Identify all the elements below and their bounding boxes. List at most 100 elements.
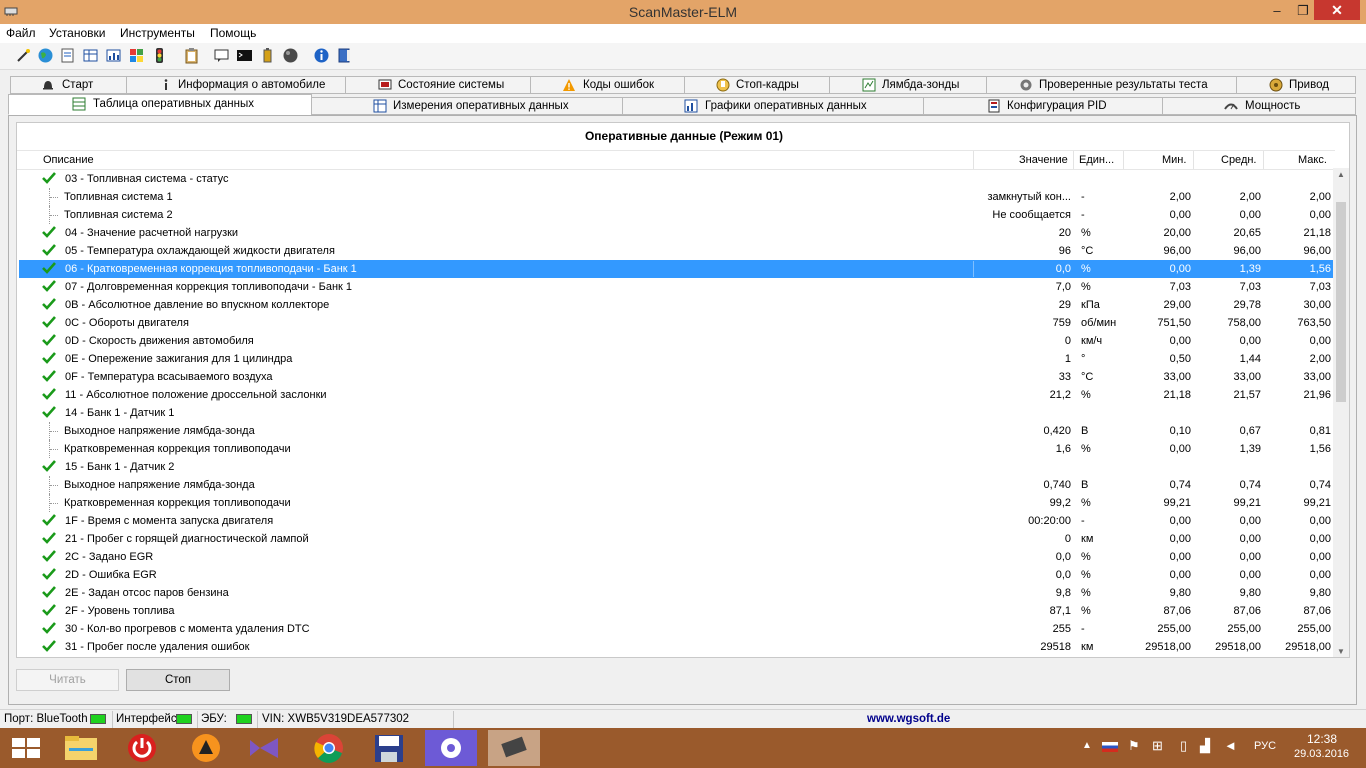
col-min[interactable]: Мин. — [1162, 154, 1186, 166]
flag-ru-icon[interactable] — [1102, 742, 1118, 752]
table-row[interactable]: Выходное напряжение лямбда-зонда 0,740 В 0,… — [19, 476, 1335, 494]
power-app-icon[interactable] — [116, 730, 168, 766]
table-row[interactable]: 0C - Обороты двигателя 759 об/мин 751,50 758… — [19, 314, 1335, 332]
table-row[interactable]: 0D - Скорость движения автомобиля 0 км/ч 0,… — [19, 332, 1335, 350]
file-explorer-icon[interactable] — [55, 730, 107, 766]
traffic-light-icon[interactable] — [151, 47, 168, 64]
chip-icon[interactable] — [488, 730, 540, 766]
battery-icon[interactable] — [259, 47, 276, 64]
book-icon[interactable] — [336, 47, 353, 64]
tab-live-data-measurements[interactable]: Измерения оперативных данных — [311, 97, 623, 115]
table-row[interactable]: 03 - Топливная система - статус — [19, 170, 1335, 188]
scroll-down-icon[interactable]: ▼ — [1337, 647, 1345, 656]
menu-file[interactable]: Файл — [6, 26, 36, 40]
clock-time[interactable]: 12:38 — [1307, 732, 1337, 746]
row-value: 0,0 — [1055, 569, 1071, 581]
table-row[interactable]: 31 - Пробег после удаления ошибок 29518 км… — [19, 638, 1335, 656]
battery-tray-icon[interactable]: ▯ — [1180, 738, 1187, 754]
table-row[interactable]: 21 - Пробег с горящей диагностической ла… — [19, 530, 1335, 548]
row-min: 29,00 — [1163, 299, 1191, 311]
menu-help[interactable]: Помощь — [210, 26, 256, 40]
tab-live-data-table[interactable]: Таблица оперативных данных — [8, 94, 312, 115]
clock-date[interactable]: 29.03.2016 — [1294, 748, 1349, 760]
col-unit[interactable]: Един... — [1079, 154, 1114, 166]
table-row[interactable]: 15 - Банк 1 - Датчик 2 — [19, 458, 1335, 476]
table-row[interactable]: Выходное напряжение лямбда-зонда 0,420 В 0,… — [19, 422, 1335, 440]
info-icon[interactable] — [313, 47, 330, 64]
row-description: 14 - Банк 1 - Датчик 1 — [65, 407, 175, 419]
tab-drive[interactable]: Привод — [1236, 76, 1356, 94]
col-max[interactable]: Макс. — [1298, 154, 1327, 166]
windows-start-icon[interactable] — [0, 730, 52, 766]
col-value[interactable]: Значение — [1019, 154, 1068, 166]
table-row[interactable]: 1F - Время с момента запуска двигателя 00… — [19, 512, 1335, 530]
chat-icon[interactable] — [213, 47, 230, 64]
tab-vehicle-info[interactable]: Информация о автомобиле — [126, 76, 346, 94]
chrome-icon[interactable] — [303, 730, 355, 766]
table-row[interactable]: 11 - Абсолютное положение дроссельной за… — [19, 386, 1335, 404]
read-button[interactable]: Читать — [16, 669, 119, 691]
tab-system-status[interactable]: Состояние системы — [345, 76, 531, 94]
tab-freeze-frames[interactable]: Стоп-кадры — [684, 76, 830, 94]
avast-icon[interactable] — [180, 730, 232, 766]
terminal-icon[interactable] — [236, 47, 253, 64]
table-icon[interactable] — [82, 47, 99, 64]
tab-start[interactable]: Старт — [10, 76, 127, 94]
menu-tools[interactable]: Инструменты — [120, 26, 195, 40]
table-row[interactable]: Топливная система 1 замкнутый кон... - 2,00… — [19, 188, 1335, 206]
tab-lambda-sensors[interactable]: Лямбда-зонды — [829, 76, 987, 94]
col-description[interactable]: Описание — [43, 154, 94, 166]
stop-button[interactable]: Стоп — [126, 669, 230, 691]
tab-error-codes[interactable]: Коды ошибок — [530, 76, 685, 94]
action-center-icon[interactable]: ⚑ — [1128, 738, 1140, 754]
close-button[interactable]: ✕ — [1314, 0, 1360, 20]
table-row[interactable]: 06 - Кратковременная коррекция топливопо… — [19, 260, 1335, 278]
settings-gear-icon[interactable] — [425, 730, 477, 766]
table-row[interactable]: 04 - Значение расчетной нагрузки 20% 20,00… — [19, 224, 1335, 242]
tab-live-data-graphs[interactable]: Графики оперативных данных — [622, 97, 924, 115]
chart-icon[interactable] — [105, 47, 122, 64]
language-indicator[interactable]: РУС — [1254, 740, 1276, 752]
col-avg[interactable]: Средн. — [1221, 154, 1257, 166]
tab-power[interactable]: Мощность — [1162, 97, 1356, 115]
table-row[interactable]: 0E - Опережение зажигания для 1 цилиндра… — [19, 350, 1335, 368]
website-link[interactable]: www.wgsoft.de — [867, 713, 950, 725]
status-ecu: ЭБУ: — [201, 713, 227, 725]
wizard-icon[interactable] — [15, 47, 32, 64]
tab-test-results[interactable]: Проверенные результаты теста — [986, 76, 1237, 94]
table-row[interactable]: Кратковременная коррекция топливоподачи 9… — [19, 494, 1335, 512]
table-row[interactable]: 2D - Ошибка EGR 0,0% 0,00 0,00 0,00 — [19, 566, 1335, 584]
palette-icon[interactable] — [128, 47, 145, 64]
table-row[interactable]: 07 - Долговременная коррекция топливопод… — [19, 278, 1335, 296]
windows-tray-icon[interactable]: ⊞ — [1152, 738, 1163, 754]
table-row[interactable]: 2E - Задан отсос паров бензина 9,8% 9,80 9,… — [19, 584, 1335, 602]
table-row[interactable]: 30 - Кол-во прогревов с момента удаления… — [19, 620, 1335, 638]
row-value: 29 — [1058, 299, 1071, 311]
document-icon[interactable] — [59, 47, 76, 64]
volume-icon[interactable]: ◄ — [1224, 738, 1237, 753]
signal-icon[interactable]: ▟ — [1200, 738, 1210, 754]
row-avg: 7,03 — [1239, 281, 1261, 293]
table-row[interactable]: 0F - Температура всасываемого воздуха 33 °… — [19, 368, 1335, 386]
clipboard-icon[interactable] — [183, 47, 200, 64]
menu-settings[interactable]: Установки — [49, 26, 105, 40]
tab-pid-config[interactable]: Конфигурация PID — [923, 97, 1163, 115]
row-unit: - — [1081, 515, 1085, 527]
scroll-thumb[interactable] — [1336, 202, 1346, 402]
vertical-scrollbar[interactable]: ▲ ▼ — [1333, 168, 1349, 657]
scroll-up-icon[interactable]: ▲ — [1337, 170, 1345, 179]
table-row[interactable]: 2C - Задано EGR 0,0% 0,00 0,00 0,00 — [19, 548, 1335, 566]
status-interface: Интерфейс: — [116, 713, 180, 725]
sphere-icon[interactable] — [282, 47, 299, 64]
table-row[interactable]: 05 - Температура охлаждающей жидкости дв… — [19, 242, 1335, 260]
table-row[interactable]: Топливная система 2 Не сообщается - 0,00 0,0… — [19, 206, 1335, 224]
visual-studio-icon[interactable] — [238, 730, 290, 766]
table-row[interactable]: Кратковременная коррекция топливоподачи 1… — [19, 440, 1335, 458]
globe-icon[interactable] — [37, 47, 54, 64]
tray-expand-icon[interactable]: ▲ — [1082, 740, 1092, 751]
save-disk-icon[interactable] — [363, 730, 415, 766]
table-row[interactable]: 2F - Уровень топлива 87,1% 87,06 87,06 87,06 — [19, 602, 1335, 620]
row-unit: об/мин — [1081, 317, 1117, 329]
table-row[interactable]: 14 - Банк 1 - Датчик 1 — [19, 404, 1335, 422]
table-row[interactable]: 0B - Абсолютное давление во впускном кол… — [19, 296, 1335, 314]
